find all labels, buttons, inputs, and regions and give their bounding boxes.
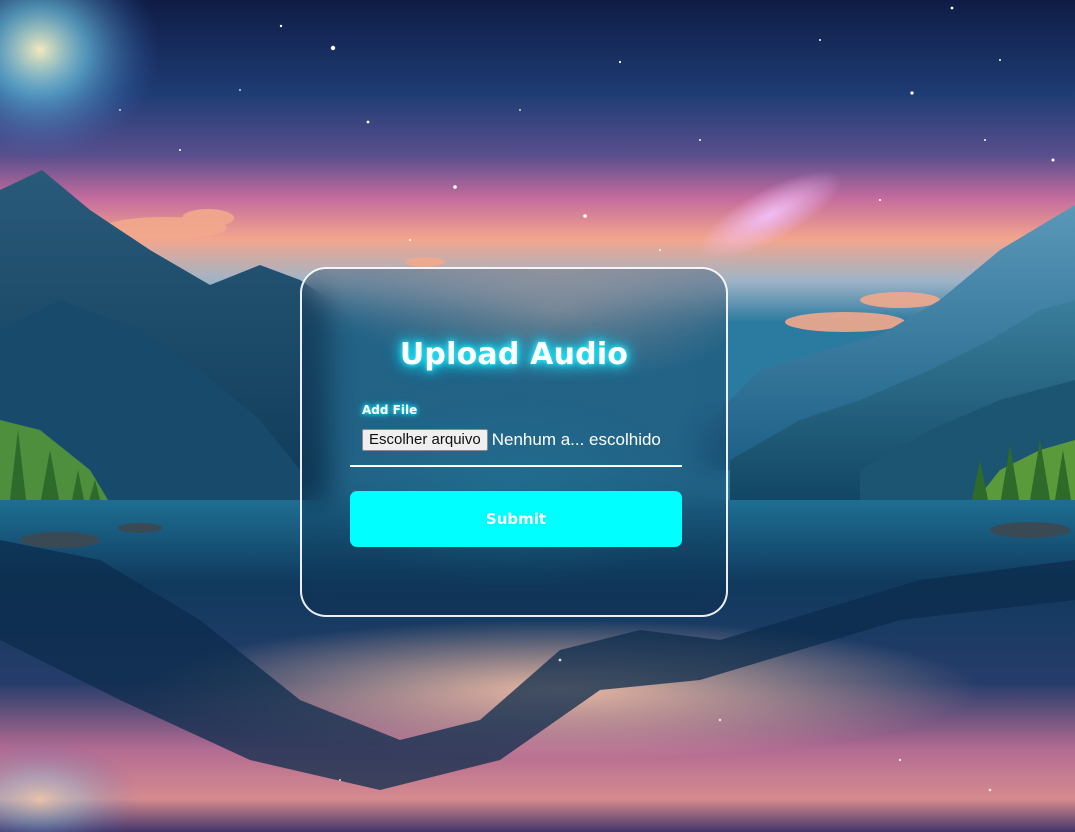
upload-card: Upload Audio Add File Escolher arquivo N…: [300, 267, 728, 617]
input-underline: [350, 465, 682, 467]
page-title: Upload Audio: [399, 337, 629, 372]
add-file-label: Add File: [362, 403, 418, 417]
submit-button[interactable]: Submit: [350, 491, 682, 547]
file-status-text: Nenhum a... escolhido: [491, 430, 661, 449]
choose-file-button[interactable]: Escolher arquivo: [362, 429, 488, 451]
file-input[interactable]: Escolher arquivo Nenhum a... escolhido: [362, 428, 661, 452]
